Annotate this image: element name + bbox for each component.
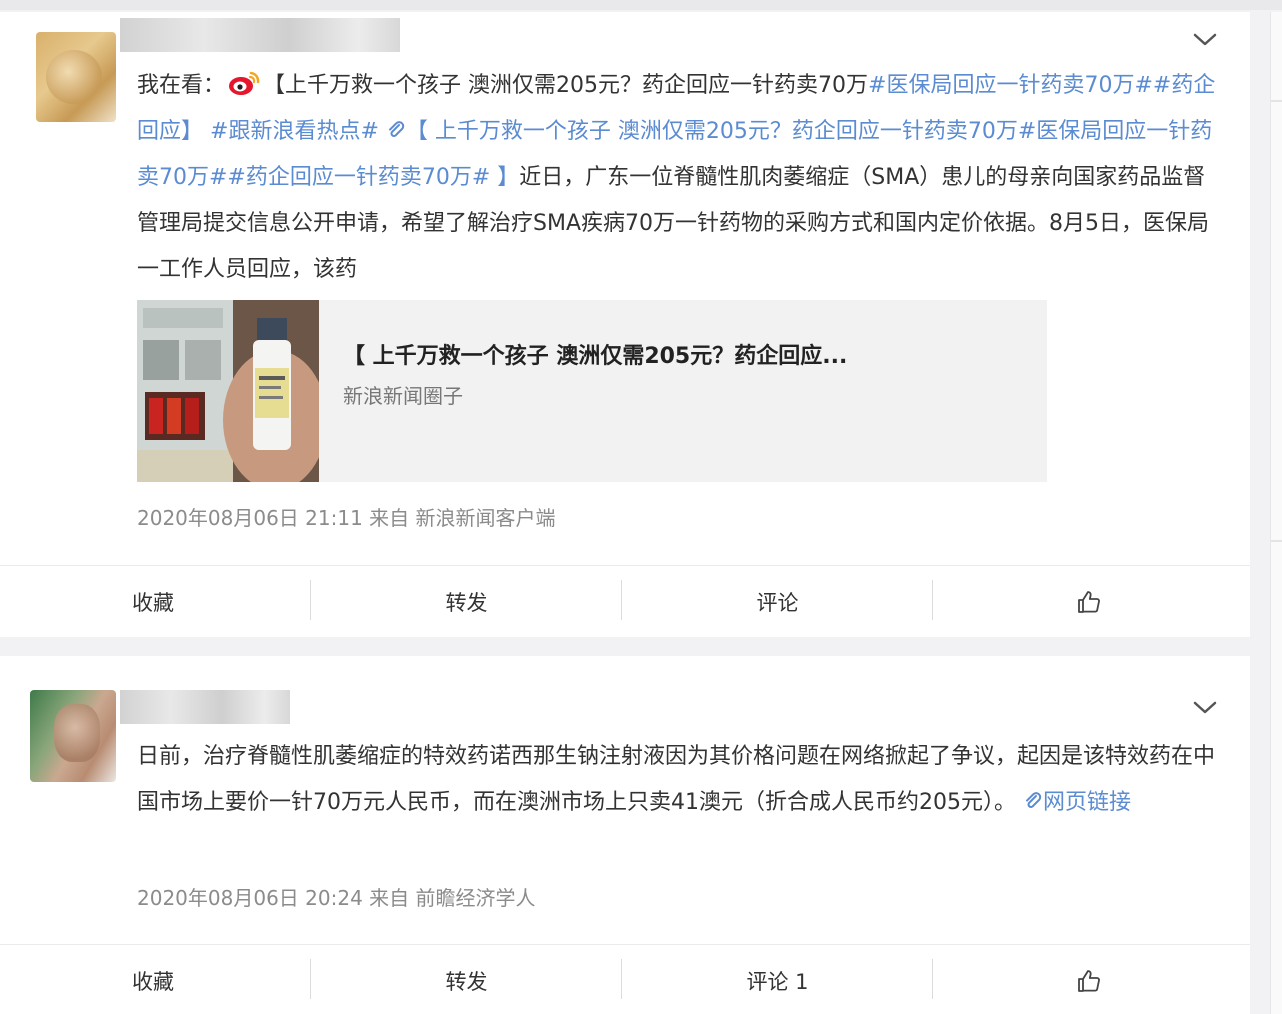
repost-label: 转发 xyxy=(445,970,488,994)
article-card-title: 【 上千万救一个孩子 澳洲仅需205元？药企回应... xyxy=(343,344,848,369)
favorite-label: 收藏 xyxy=(132,591,174,615)
comment-label: 评论 xyxy=(756,591,799,615)
post-meta: 2020年08月06日 20:24 来自 前瞻经济学人 xyxy=(137,886,536,910)
top-border xyxy=(0,0,1282,10)
post-prefix: 我在看： xyxy=(137,73,226,98)
hashtag-link-medical-insurance[interactable]: #医保局回应一针药卖70万# xyxy=(868,73,1153,98)
like-button[interactable] xyxy=(933,945,1244,1014)
post-text: 我在看： 【上千万救一个孩子 澳洲仅需205元？药企回应一针药卖70万#医保局回应… xyxy=(137,63,1227,293)
comment-label: 评论 1 xyxy=(746,970,809,994)
feed-post: 日前，治疗脊髓性肌萎缩症的特效药诺西那生钠注射液因为其价格问题在网络掀起了争议，… xyxy=(0,656,1250,946)
comment-button[interactable]: 评论 xyxy=(622,566,933,638)
article-thumbnail xyxy=(137,300,319,482)
weibo-logo-icon xyxy=(229,71,260,95)
chevron-down-icon[interactable] xyxy=(1190,698,1220,718)
repost-label: 转发 xyxy=(445,591,488,615)
username-blurred[interactable] xyxy=(120,690,290,724)
avatar[interactable] xyxy=(30,690,116,782)
repost-button[interactable]: 转发 xyxy=(311,945,622,1014)
hashtag-link-sina-hot[interactable]: #跟新浪看热点# xyxy=(203,119,379,144)
post-action-bar: 收藏 转发 评论 1 xyxy=(0,944,1250,1014)
favorite-button[interactable]: 收藏 xyxy=(0,945,311,1014)
article-card[interactable]: 【 上千万救一个孩子 澳洲仅需205元？药企回应... 新浪新闻圈子 xyxy=(137,300,1047,482)
post-title-text: 上千万救一个孩子 澳洲仅需205元？药企回应一针药卖70万 xyxy=(285,73,869,98)
article-card-source: 新浪新闻圈子 xyxy=(343,384,463,408)
post-action-bar: 收藏 转发 评论 xyxy=(0,565,1250,637)
post-meta: 2020年08月06日 21:11 来自 新浪新闻客户端 xyxy=(137,506,556,530)
post-bracket-open: 【 xyxy=(263,73,286,98)
like-button[interactable] xyxy=(933,566,1244,638)
chevron-down-icon[interactable] xyxy=(1190,30,1220,50)
right-sidebar-edge xyxy=(1270,12,1282,1014)
username-blurred[interactable] xyxy=(120,18,400,52)
comment-button[interactable]: 评论 1 xyxy=(622,945,933,1014)
post-text: 日前，治疗脊髓性肌萎缩症的特效药诺西那生钠注射液因为其价格问题在网络掀起了争议，… xyxy=(137,734,1227,826)
repost-button[interactable]: 转发 xyxy=(311,566,622,638)
paperclip-link-icon xyxy=(388,121,405,137)
web-link[interactable]: 网页链接 xyxy=(1043,790,1131,815)
thumbs-up-icon xyxy=(1077,970,1100,992)
thumbs-up-icon xyxy=(1077,591,1100,613)
article-link-close: 】 xyxy=(490,165,520,190)
paperclip-link-icon xyxy=(1025,792,1042,808)
feed-post: 我在看： 【上千万救一个孩子 澳洲仅需205元？药企回应一针药卖70万#医保局回应… xyxy=(0,12,1250,568)
avatar[interactable] xyxy=(36,32,116,122)
favorite-label: 收藏 xyxy=(132,970,174,994)
favorite-button[interactable]: 收藏 xyxy=(0,566,311,638)
